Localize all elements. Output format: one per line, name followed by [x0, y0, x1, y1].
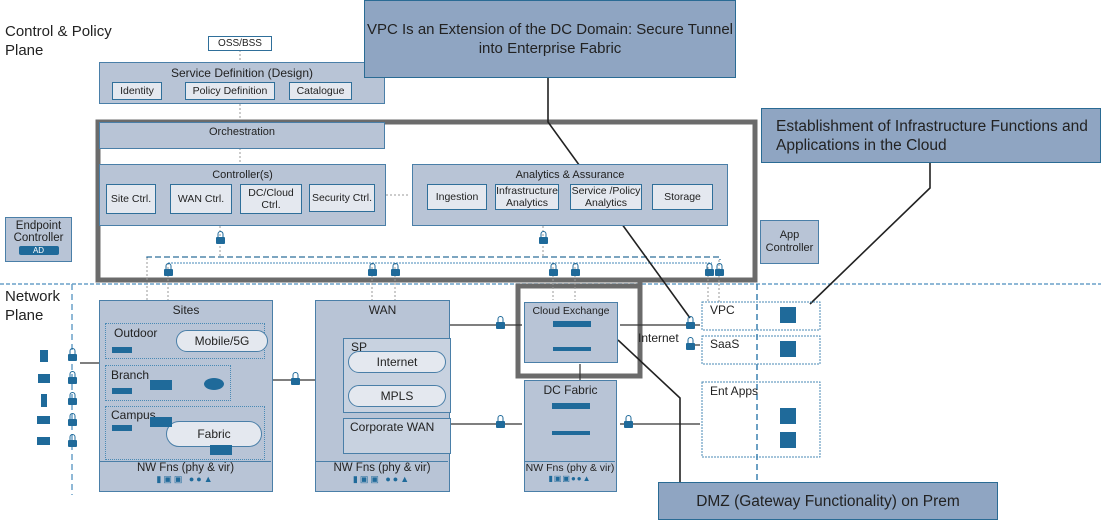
network-function-icons: ▮▣▣ ●●▲	[352, 474, 412, 484]
campus-group: Campus Fabric	[105, 406, 265, 460]
application-server-icon	[780, 307, 796, 323]
policy-definition-box: Policy Definition	[185, 82, 275, 100]
spine-leaf-fabric-icon	[553, 321, 591, 351]
sites-box: Sites Outdoor Mobile/5G Branch Campus Fa…	[99, 300, 273, 492]
analytics-title: Analytics & Assurance	[515, 169, 625, 181]
wan-nw-fns: NW Fns (phy & vir) ▮▣▣ ●●▲	[316, 461, 448, 490]
sites-nw-fns-label: NW Fns (phy & vir)	[136, 462, 235, 474]
sites-title: Sites	[172, 303, 200, 317]
controllers-title: Controller(s)	[212, 169, 273, 181]
application-server-icon	[780, 432, 796, 448]
ingestion-box: Ingestion	[427, 184, 487, 210]
ent-apps-label: Ent Apps	[710, 384, 759, 398]
ad-badge: AD	[18, 246, 59, 255]
wan-nw-fns-label: NW Fns (phy & vir)	[333, 462, 431, 474]
spine-leaf-fabric-icon	[552, 403, 590, 435]
callout-cloud-infrastructure: Establishment of Infrastructure Function…	[761, 108, 1101, 163]
application-server-icon	[780, 341, 796, 357]
oss-bss-box: OSS/BSS	[208, 36, 272, 51]
service-policy-analytics-box: Service /Policy Analytics	[570, 184, 642, 210]
app-controller-box: App Controller	[760, 220, 819, 264]
identity-box: Identity	[112, 82, 162, 100]
endpoint-controller-box: Endpoint Controller AD	[5, 217, 72, 262]
access-point-icon	[112, 388, 132, 394]
site-ctrl-box: Site Ctrl.	[106, 184, 156, 214]
wan-title: WAN	[368, 303, 397, 317]
service-definition-box: Service Definition (Design) Identity Pol…	[99, 62, 385, 104]
branch-label: Branch	[111, 368, 150, 382]
outdoor-label: Outdoor	[114, 326, 158, 340]
endpoint-controller-label: Endpoint Controller	[13, 220, 64, 244]
fabric-cloud: Fabric	[166, 421, 262, 447]
sites-nw-fns: NW Fns (phy & vir) ▮▣▣ ●●▲	[100, 461, 271, 490]
callout-vpc-extension: VPC Is an Extension of the DC Domain: Se…	[364, 0, 736, 78]
cloud-exchange-box: Cloud Exchange	[524, 302, 618, 363]
branch-group: Branch	[105, 365, 231, 401]
wan-box: WAN SP Internet MPLS Corporate WAN NW Fn…	[315, 300, 451, 492]
network-function-icons: ▮▣▣●●▲	[548, 474, 592, 483]
access-point-icon	[112, 347, 132, 353]
vpc-label: VPC	[710, 303, 735, 317]
internet-label: Internet	[638, 331, 679, 345]
access-point-icon	[112, 425, 132, 431]
corporate-wan-group: Corporate WAN	[343, 418, 451, 454]
internet-cloud: Internet	[348, 351, 446, 373]
saas-label: SaaS	[710, 337, 740, 351]
infrastructure-analytics-box: Infrastructure Analytics	[495, 184, 559, 210]
dc-nw-fns: NW Fns (phy & vir) ▮▣▣●●▲	[525, 461, 615, 490]
dc-cloud-ctrl-box: DC/Cloud Ctrl.	[240, 184, 302, 214]
mpls-cloud: MPLS	[348, 385, 446, 407]
security-ctrl-box: Security Ctrl.	[309, 184, 375, 212]
corporate-wan-label: Corporate WAN	[350, 420, 435, 434]
analytics-assurance-box: Analytics & Assurance Ingestion Infrastr…	[412, 164, 728, 226]
endpoint-device-icons	[37, 350, 50, 445]
mobile-5g-cloud: Mobile/5G	[176, 330, 268, 352]
callout-dmz: DMZ (Gateway Functionality) on Prem	[658, 482, 998, 520]
service-definition-title: Service Definition (Design)	[170, 66, 314, 80]
dc-nw-fns-label: NW Fns (phy & vir)	[525, 462, 615, 474]
orchestration-box: Orchestration	[99, 122, 385, 149]
dc-fabric-title: DC Fabric	[543, 383, 598, 397]
orchestration-title: Orchestration	[208, 126, 276, 138]
switch-icon	[150, 417, 172, 427]
campus-label: Campus	[111, 408, 156, 422]
cloud-exchange-title: Cloud Exchange	[532, 305, 610, 317]
switch-icon	[150, 380, 172, 390]
application-server-icon	[780, 408, 796, 424]
network-function-icons: ▮▣▣ ●●▲	[156, 474, 215, 484]
dc-fabric-box: DC Fabric NW Fns (phy & vir) ▮▣▣●●▲	[524, 380, 617, 492]
wan-ctrl-box: WAN Ctrl.	[170, 184, 232, 214]
catalogue-box: Catalogue	[289, 82, 352, 100]
switch-icon	[210, 445, 232, 455]
controllers-box: Controller(s) Site Ctrl. WAN Ctrl. DC/Cl…	[99, 164, 386, 226]
router-icon	[204, 378, 224, 390]
outdoor-group: Outdoor Mobile/5G	[105, 323, 268, 359]
storage-box: Storage	[652, 184, 713, 210]
sp-group: SP Internet MPLS	[343, 338, 451, 413]
